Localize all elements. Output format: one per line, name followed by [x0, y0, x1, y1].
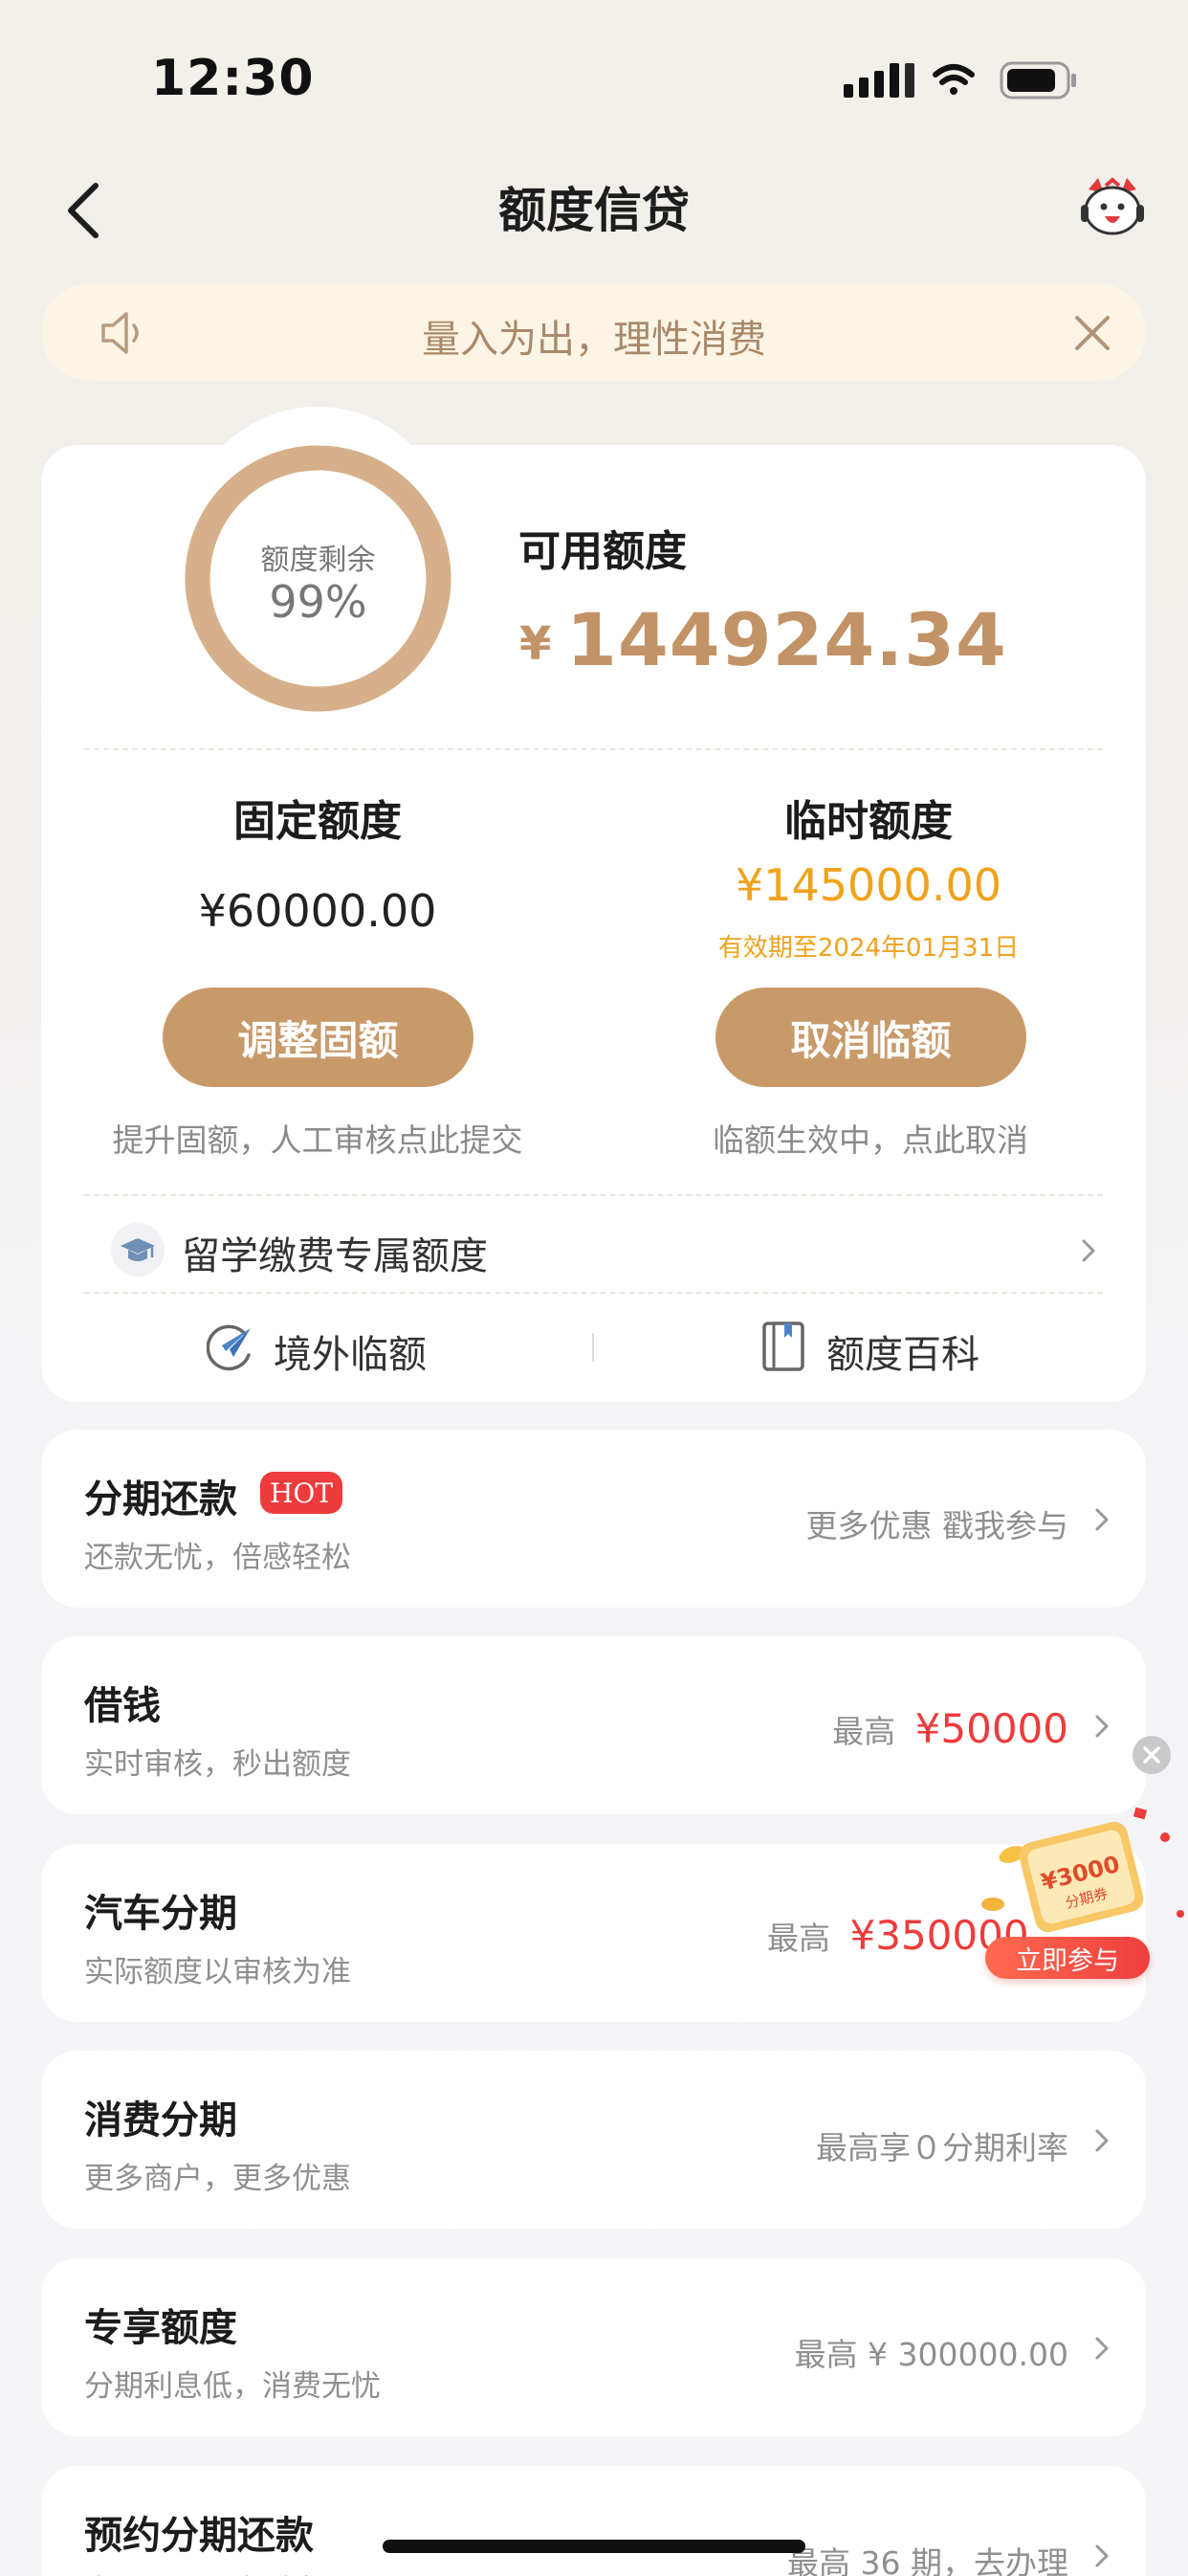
car-prefix: 最高 [767, 1920, 830, 1957]
graduation-cap-icon [121, 1238, 155, 1261]
fixed-limit-title: 固定额度 [233, 797, 402, 846]
installment-subtitle: 还款无忧，倍感轻松 [84, 1541, 351, 1575]
hot-badge: HOT [260, 1472, 342, 1514]
borrow-right: 最高 ¥50000 [832, 1705, 1068, 1752]
remaining-label: 额度剩余 [260, 544, 376, 577]
vertical-divider [592, 1333, 594, 1362]
status-icons [844, 61, 1076, 100]
reserve-installment-title: 预约分期还款 [84, 2514, 314, 2558]
home-indicator [383, 2540, 805, 2553]
overseas-temp-limit-link[interactable]: 境外临额 [274, 1323, 427, 1379]
available-currency: ¥ [519, 617, 552, 671]
promo-close-button[interactable] [1133, 1736, 1171, 1774]
temp-limit-amount: ¥145000.00 [735, 859, 1002, 911]
join-now-button[interactable]: 立即参与 [985, 1937, 1150, 1979]
exclusive-limit-right-text: 最高 ¥ 300000.00 [794, 2336, 1068, 2373]
exclusive-limit-subtitle: 分期利息低，消费无忧 [84, 2369, 381, 2404]
wifi-icon [933, 64, 975, 95]
status-time: 12:30 [151, 50, 315, 107]
credit-wiki-link[interactable]: 额度百科 [826, 1323, 979, 1379]
chevron-right-icon[interactable] [1092, 2126, 1111, 2155]
borrow-title: 借钱 [84, 1684, 161, 1728]
temp-limit-title: 临时额度 [784, 797, 953, 846]
close-icon [1143, 1746, 1160, 1764]
installment-title: 分期还款 [84, 1477, 237, 1521]
car-installment-title: 汽车分期 [84, 1892, 237, 1936]
reserve-installment-subtitle: 自动分期，省时省心 [84, 2566, 351, 2576]
exclusive-limit-title: 专享额度 [84, 2306, 237, 2350]
divider [84, 748, 1103, 750]
installment-right-text: 更多优惠 戳我参与 [805, 1507, 1069, 1544]
chevron-right-icon[interactable] [1092, 2334, 1111, 2363]
fixed-limit-hint[interactable]: 提升固额，人工审核点此提交 [50, 1115, 585, 1161]
notice-text: 量入为出，理性消费 [422, 318, 766, 362]
divider [84, 1194, 1103, 1196]
plane-globe-icon[interactable] [207, 1322, 256, 1372]
chevron-right-icon[interactable] [1079, 1236, 1098, 1265]
reserve-installment-right-text: 最高 36 期，去办理 [787, 2544, 1068, 2576]
battery-icon [1000, 61, 1076, 100]
page-title: 额度信贷 [498, 183, 690, 238]
consumer-installment-subtitle: 更多商户，更多优惠 [84, 2162, 351, 2196]
remaining-percent: 99% [269, 576, 367, 628]
borrow-subtitle: 实时审核，秒出额度 [84, 1747, 351, 1782]
temp-limit-hint[interactable]: 临额生效中，点此取消 [603, 1115, 1138, 1161]
customer-service-mascot-icon[interactable] [1079, 176, 1146, 239]
chevron-right-icon[interactable] [1092, 1505, 1111, 1534]
cellular-signal-icon [844, 63, 914, 98]
chevron-right-icon[interactable] [1092, 2542, 1111, 2570]
close-icon[interactable] [1073, 314, 1111, 352]
borrow-max-amount: ¥50000 [914, 1705, 1068, 1752]
consumer-installment-right-text: 最高享０分期利率 [816, 2129, 1068, 2166]
fixed-limit-amount: ¥60000.00 [198, 885, 437, 937]
study-abroad-label[interactable]: 留学缴费专属额度 [182, 1225, 488, 1280]
borrow-prefix: 最高 [832, 1713, 896, 1750]
divider [84, 1292, 1103, 1294]
book-icon[interactable] [761, 1321, 805, 1372]
chevron-right-icon[interactable] [1092, 1712, 1111, 1741]
temp-limit-expiry: 有效期至2024年01月31日 [717, 934, 1020, 963]
available-amount: 144924.34 [566, 597, 1007, 682]
consumer-installment-title: 消费分期 [84, 2099, 237, 2143]
adjust-fixed-limit-button[interactable]: 调整固额 [163, 988, 473, 1087]
available-label: 可用额度 [518, 527, 687, 576]
cancel-temp-limit-button[interactable]: 取消临额 [715, 988, 1026, 1087]
car-installment-subtitle: 实际额度以审核为准 [84, 1955, 351, 1989]
coupon-promo-image[interactable]: ¥3000 分期券 [964, 1799, 1188, 1952]
